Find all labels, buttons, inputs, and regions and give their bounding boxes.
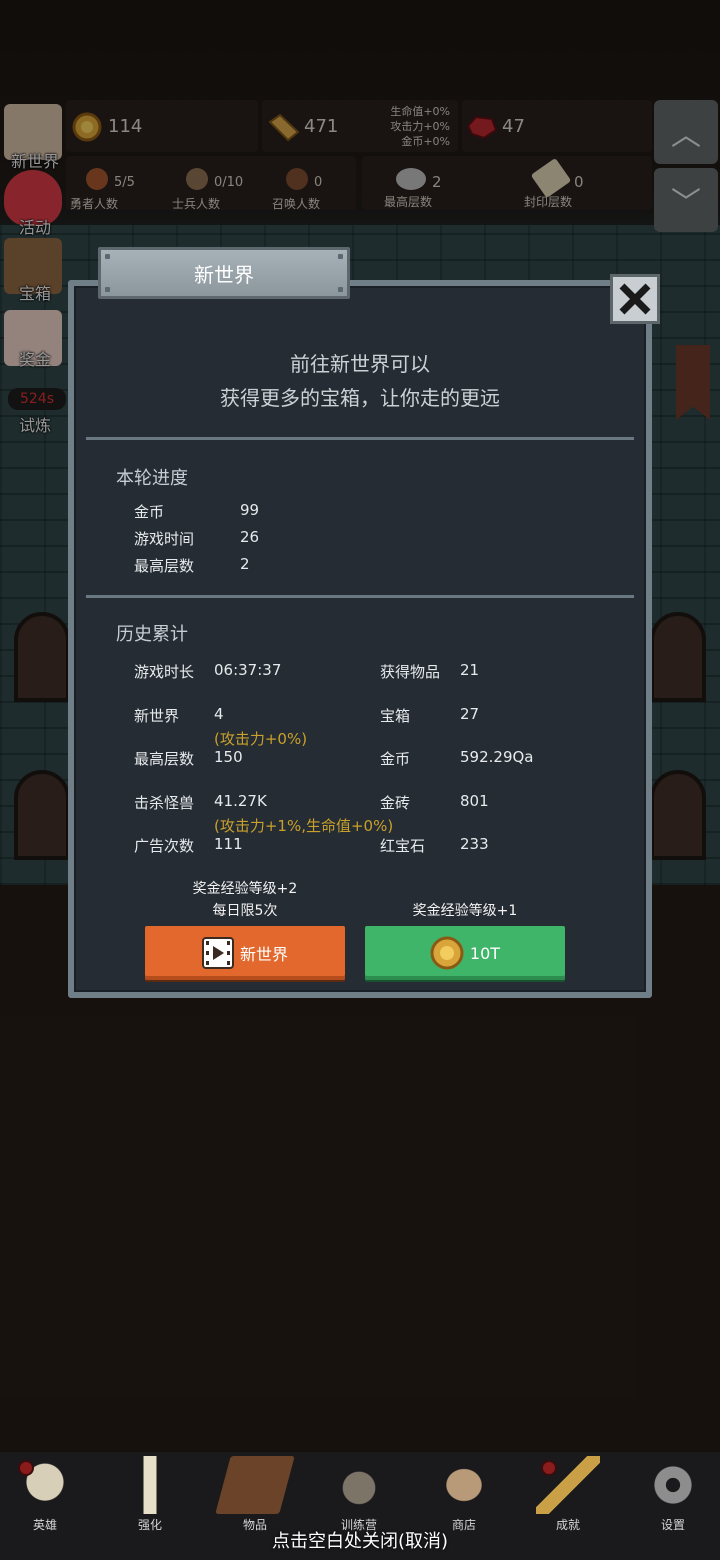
nav-shop[interactable]: 商店: [414, 1456, 514, 1533]
round-time-label: 游戏时间: [134, 530, 195, 548]
history-chest-value: 27: [460, 705, 480, 723]
nav-upgrade[interactable]: 强化: [100, 1456, 200, 1533]
history-gold-bar-value: 801: [460, 792, 489, 810]
gold-button-caption: 奖金经验等级+1: [412, 903, 518, 919]
kills-bonus: (攻击力+1%,生命值+0%): [214, 817, 394, 835]
rivet: [338, 287, 343, 292]
rivet: [338, 254, 343, 259]
round-gold-value: 99: [240, 501, 260, 519]
history-title: 历史累计: [116, 624, 188, 645]
close-button[interactable]: [610, 274, 660, 324]
candle-icon: [118, 1456, 182, 1514]
book-icon: [215, 1456, 295, 1514]
history-ads-label: 广告次数: [134, 837, 195, 855]
history-chest-label: 宝箱: [380, 707, 411, 725]
close-icon: [619, 283, 651, 315]
nav-settings[interactable]: 设置: [623, 1456, 720, 1533]
dialog-title: 新世界: [98, 247, 350, 299]
round-gold-label: 金币: [134, 503, 165, 521]
rivet: [105, 287, 110, 292]
history-items-value: 21: [460, 661, 480, 679]
history-gold-bar-label: 金砖: [380, 794, 411, 812]
rivet: [105, 254, 110, 259]
gold-coin-icon: [430, 936, 464, 970]
history-kills-label: 击杀怪兽: [134, 794, 195, 812]
round-progress-title: 本轮进度: [116, 468, 188, 489]
history-ads-value: 111: [214, 835, 243, 853]
notification-dot: [18, 1460, 34, 1476]
gear-icon: [641, 1456, 705, 1514]
nav-items[interactable]: 物品: [205, 1456, 305, 1533]
history-new-world-value: 4: [214, 705, 224, 723]
mug-icon: [432, 1456, 496, 1514]
watch-ad-new-world-button[interactable]: 新世界: [145, 926, 345, 980]
gold-new-world-button[interactable]: 10T: [365, 926, 565, 980]
history-gold-label: 金币: [380, 750, 411, 768]
history-ruby-label: 红宝石: [380, 837, 426, 855]
history-ruby-value: 233: [460, 835, 489, 853]
divider: [86, 595, 634, 598]
history-playtime-label: 游戏时长: [134, 663, 195, 681]
nav-achievements[interactable]: 成就: [518, 1456, 618, 1533]
intro-line1: 前往新世界可以: [290, 352, 430, 376]
history-new-world-label: 新世界: [134, 707, 180, 725]
notification-dot: [541, 1460, 557, 1476]
ad-button-label: 新世界: [239, 945, 288, 964]
round-floor-value: 2: [240, 555, 250, 573]
nav-heroes[interactable]: 英雄: [0, 1456, 95, 1533]
gold-button-label: 10T: [469, 943, 501, 963]
history-max-floor-value: 150: [214, 748, 243, 766]
new-world-bonus: (攻击力+0%): [214, 730, 308, 748]
history-kills-value: 41.27K: [214, 792, 267, 810]
history-items-label: 获得物品: [380, 663, 441, 681]
history-gold-value: 592.29Qa: [460, 748, 534, 766]
history-max-floor-label: 最高层数: [134, 750, 195, 768]
ad-button-caption: 奖金经验等级+2 每日限5次: [145, 878, 345, 922]
close-hint: 点击空白处关闭(取消): [271, 1531, 449, 1552]
round-time-value: 26: [240, 528, 260, 546]
nav-training[interactable]: 训练营: [309, 1456, 409, 1533]
ad-caption-line2: 每日限5次: [212, 903, 278, 919]
intro-line2: 获得更多的宝箱，让你走的更远: [220, 386, 500, 410]
history-playtime-value: 06:37:37: [214, 661, 282, 679]
ad-caption-line1: 奖金经验等级+2: [192, 881, 298, 897]
divider: [86, 437, 634, 440]
video-icon: [201, 937, 234, 969]
dialog-title-text: 新世界: [194, 262, 254, 287]
lantern-icon: [327, 1456, 391, 1514]
round-floor-label: 最高层数: [134, 557, 195, 575]
